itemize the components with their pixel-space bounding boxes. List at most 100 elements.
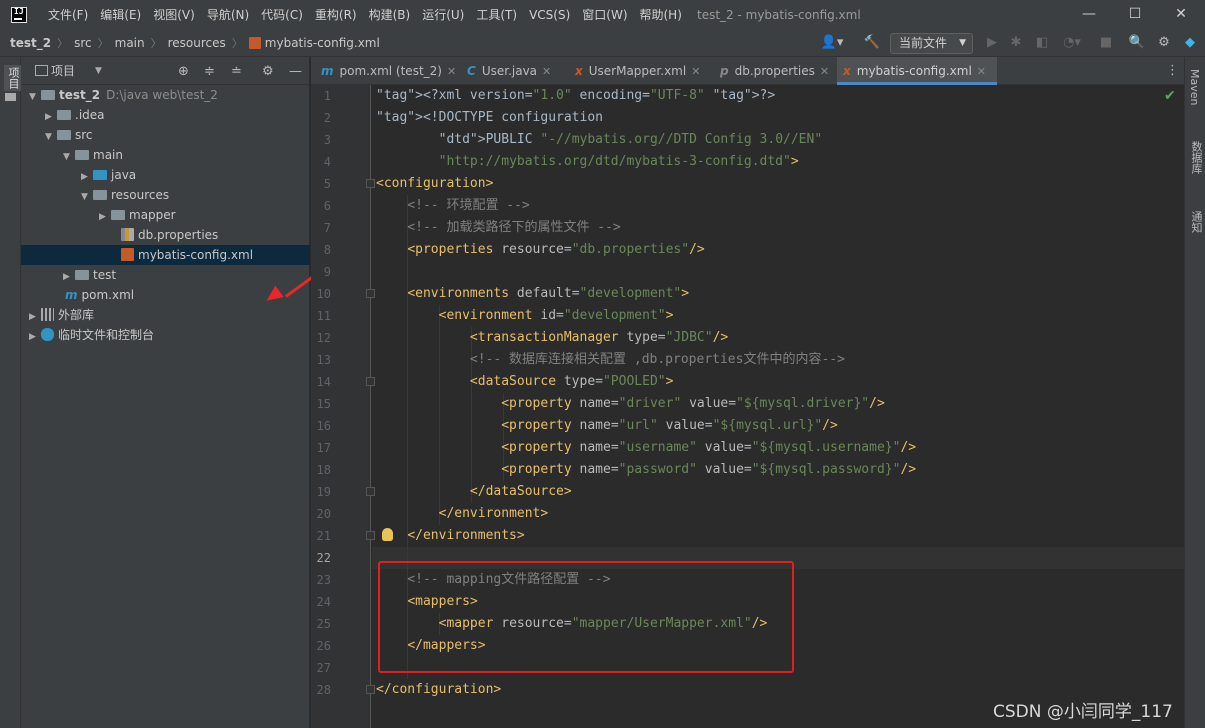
close-tab-icon[interactable]: ✕ [977,65,986,78]
menu-item[interactable]: VCS(S) [523,0,576,30]
chevron-down-icon[interactable]: ▼ [95,66,102,76]
no-problems-check-icon[interactable]: ✔ [1164,88,1176,104]
menu-item[interactable]: 视图(V) [147,0,201,30]
menu-item[interactable]: 构建(B) [363,0,417,30]
code-line[interactable]: "tag"><?xml version="1.0" encoding="UTF-… [376,85,775,107]
tree-item[interactable]: ▶ java [21,165,310,185]
breadcrumb-item[interactable]: resources [168,36,226,50]
close-window-icon[interactable]: ✕ [1158,0,1204,30]
run-icon[interactable]: ▶ [984,33,1000,53]
tab-usermapper-xml[interactable]: x UserMapper.xml ✕ [569,57,710,85]
close-tab-icon[interactable]: ✕ [691,65,700,78]
tree-item[interactable]: ▶ .idea [21,105,310,125]
right-tool-1[interactable]: 数据库 [1188,141,1204,174]
code-line[interactable]: <property name="url" value="${mysql.url}… [376,415,838,437]
code-line[interactable]: <property name="password" value="${mysql… [376,459,916,481]
expand-all-icon[interactable]: ≑ [204,64,215,79]
chevron-down-icon[interactable]: ▼ [45,127,57,147]
code-line[interactable]: <environment id="development"> [376,305,674,327]
breadcrumb-item[interactable]: src [74,36,92,50]
menu-item[interactable]: 运行(U) [416,0,470,30]
menu-item[interactable]: 重构(R) [309,0,363,30]
tab-user-java[interactable]: C User.java ✕ [461,57,565,85]
close-tab-icon[interactable]: ✕ [447,65,456,78]
menu-item[interactable]: 帮助(H) [634,0,688,30]
tree-item[interactable]: ▼ main [21,145,310,165]
tree-item[interactable]: mybatis-config.xml [21,245,310,265]
tree-item[interactable]: db.properties [21,225,310,245]
tab-db-properties[interactable]: p db.properties ✕ [714,57,833,85]
breadcrumb-item[interactable]: test_2 [10,36,51,50]
chevron-right-icon[interactable]: ▶ [29,307,41,327]
chevron-right-icon[interactable]: ▶ [99,207,111,227]
profile-icon[interactable]: ◔▾ [1060,33,1084,53]
breadcrumb-item[interactable]: mybatis-config.xml [265,36,380,50]
tab-pom-xml-test-2-[interactable]: m pom.xml (test_2) ✕ [315,57,457,85]
code-line[interactable]: <configuration> [376,173,493,195]
code-line[interactable]: </environment> [376,503,549,525]
intellij-logo-icon[interactable]: IJ [11,7,27,23]
close-tab-icon[interactable]: ✕ [542,65,551,78]
build-hammer-icon[interactable]: 🔨 [862,33,882,53]
fold-marker-icon[interactable] [366,179,375,188]
breadcrumb-item[interactable]: main [115,36,145,50]
tree-item[interactable]: ▶ test [21,265,310,285]
menu-item[interactable]: 窗口(W) [576,0,633,30]
chevron-down-icon[interactable]: ▼ [63,147,75,167]
code-line[interactable]: <!-- 环境配置 --> [376,195,529,217]
code-line[interactable]: </dataSource> [376,481,572,503]
code-line[interactable]: <property name="username" value="${mysql… [376,437,916,459]
lightbulb-icon[interactable] [382,528,393,541]
more-tabs-icon[interactable]: ⋮ [1166,63,1179,78]
close-tab-icon[interactable]: ✕ [820,65,829,78]
code-line[interactable]: <!-- 数据库连接相关配置 ,db.properties文件中的内容--> [376,349,845,371]
coverage-icon[interactable]: ◧ [1034,33,1050,53]
fold-marker-icon[interactable] [366,377,375,386]
run-config-select[interactable]: 当前文件 ▼ [890,33,973,54]
chevron-down-icon[interactable]: ▼ [81,187,93,207]
right-tool-2[interactable]: 通知 [1188,211,1204,233]
fold-marker-icon[interactable] [366,685,375,694]
code-line[interactable]: "dtd">PUBLIC "-//mybatis.org//DTD Config… [376,129,823,151]
right-tool-0[interactable]: Maven [1188,69,1201,105]
code-line[interactable]: <property name="driver" value="${mysql.d… [376,393,885,415]
fold-marker-icon[interactable] [366,487,375,496]
code-line[interactable]: <environments default="development"> [376,283,689,305]
code-line[interactable]: </configuration> [376,679,501,701]
maximize-icon[interactable]: ☐ [1112,0,1158,30]
hide-panel-icon[interactable]: — [289,64,302,79]
gear-icon[interactable]: ⚙ [1155,33,1173,53]
tree-item[interactable]: ▼ src [21,125,310,145]
chevron-right-icon[interactable]: ▶ [29,327,41,347]
menu-item[interactable]: 编辑(E) [94,0,147,30]
menu-item[interactable]: 代码(C) [255,0,309,30]
tree-item[interactable]: ▶ 临时文件和控制台 [21,325,310,345]
debug-icon[interactable]: ✱ [1008,33,1024,53]
code-line[interactable]: <!-- 加载类路径下的属性文件 --> [376,217,620,239]
menu-item[interactable]: 工具(T) [470,0,523,30]
tree-item[interactable]: ▶ mapper [21,205,310,225]
fold-marker-icon[interactable] [366,289,375,298]
tab-mybatis-config-xml[interactable]: x mybatis-config.xml ✕ [837,57,997,85]
stop-icon[interactable]: ■ [1098,33,1114,53]
fold-marker-icon[interactable] [366,531,375,540]
code-line[interactable]: </environments> [376,525,524,547]
code-line[interactable]: "http://mybatis.org/dtd/mybatis-3-config… [376,151,799,173]
project-panel-title[interactable]: 项目 [51,62,75,79]
code-line[interactable]: <transactionManager type="JDBC"/> [376,327,728,349]
chevron-right-icon[interactable]: ▶ [63,267,75,287]
chevron-right-icon[interactable]: ▶ [45,107,57,127]
tree-item[interactable]: ▼ test_2 D:\java web\test_2 [21,85,310,105]
tree-item[interactable]: ▶ 外部库 [21,305,310,325]
search-icon[interactable]: 🔍 [1128,33,1146,53]
user-icon[interactable]: 👤▾ [820,33,844,53]
chevron-right-icon[interactable]: ▶ [81,167,93,187]
project-tool-button[interactable]: 项目 [4,65,22,91]
menu-item[interactable]: 文件(F) [42,0,94,30]
minimize-icon[interactable]: — [1066,0,1112,30]
menu-item[interactable]: 导航(N) [201,0,255,30]
tree-item[interactable]: ▼ resources [21,185,310,205]
code-line[interactable]: <properties resource="db.properties"/> [376,239,704,261]
chevron-down-icon[interactable]: ▼ [29,87,41,107]
locate-icon[interactable]: ⊕ [178,64,189,79]
